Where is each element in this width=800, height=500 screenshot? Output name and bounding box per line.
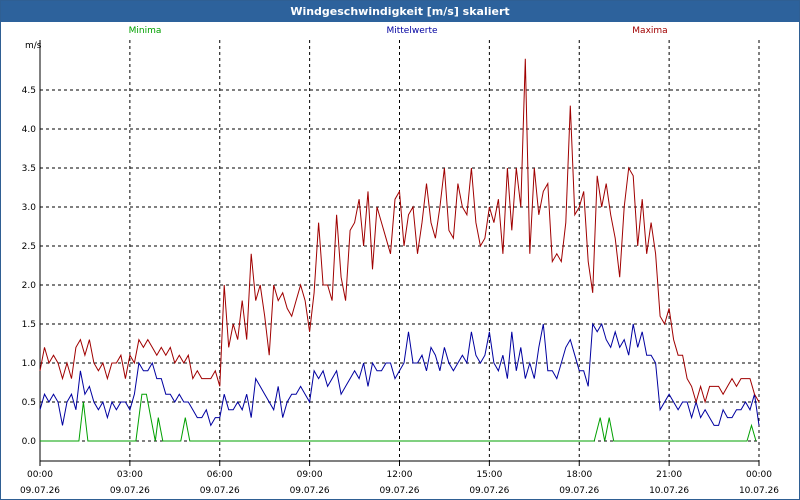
x-tick-time-label: 06:00	[207, 470, 233, 480]
series-line-maxima	[39, 58, 760, 404]
legend-entry: Maxima	[632, 26, 667, 36]
x-tick-time-label: 12:00	[387, 470, 413, 480]
x-tick-date-label: 09.07.26	[559, 486, 599, 496]
x-tick-time-label: 21:00	[656, 470, 682, 480]
y-axis-label: m/s	[25, 41, 42, 51]
y-tick-label: 2.0	[22, 281, 37, 291]
x-tick-date-label: 09.07.26	[379, 486, 419, 496]
y-tick-label: 2.5	[22, 242, 36, 252]
y-tick-label: 4.0	[22, 125, 37, 135]
y-tick-label: 3.5	[22, 164, 36, 174]
x-tick-date-label: 10.07.26	[739, 486, 779, 496]
grid	[40, 40, 760, 461]
x-tick-date-label: 09.07.26	[20, 486, 60, 496]
series-line-minima	[40, 393, 757, 442]
x-tick-date-label: 09.07.26	[110, 486, 150, 496]
wind-speed-chart: m/s 0.0 0.5 1.0 1.5 2.0 2.5 3.0 3.5 4.0 4.5 00:00 0…	[20, 26, 779, 496]
legend-entry: Minima	[129, 26, 162, 36]
x-tick-time-label: 03:00	[117, 470, 143, 480]
legend: Minima Mittelwerte Maxima	[129, 26, 668, 36]
legend-entry: Mittelwerte	[386, 26, 437, 36]
x-tick-time-label: 15:00	[476, 470, 502, 480]
x-tick-date-label: 09.07.26	[200, 486, 240, 496]
y-tick-label: 0.5	[22, 398, 36, 408]
x-tick-time-label: 00:00	[746, 470, 772, 480]
x-tick-date-label: 10.07.26	[649, 486, 689, 496]
x-tick-time-label: 00:00	[27, 470, 53, 480]
x-tick-date-label: 09.07.26	[290, 486, 330, 496]
x-tick-time-label: 09:00	[297, 470, 323, 480]
y-tick-label: 3.0	[22, 203, 37, 213]
x-tick-date-label: 09.07.26	[469, 486, 509, 496]
y-tick-label: 4.5	[22, 86, 36, 96]
x-tick-time-label: 18:00	[566, 470, 592, 480]
y-tick-label: 0.0	[22, 437, 37, 447]
y-tick-label: 1.0	[22, 359, 37, 369]
y-tick-label: 1.5	[22, 320, 36, 330]
